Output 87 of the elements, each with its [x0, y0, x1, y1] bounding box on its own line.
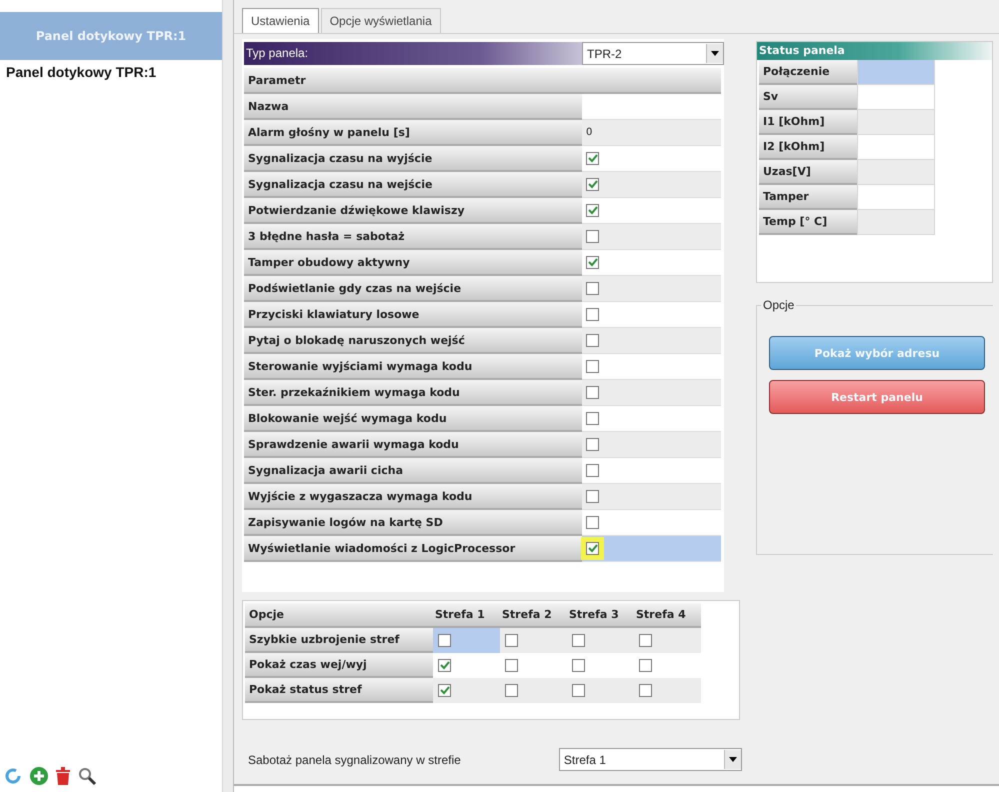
- status-label: Temp [° C]: [759, 210, 857, 235]
- checkbox[interactable]: [586, 412, 599, 425]
- setting-label: Sterowanie wyjściami wymaga kodu: [244, 354, 582, 380]
- search-icon[interactable]: [77, 766, 97, 786]
- column-header: Opcje: [245, 603, 433, 628]
- checkbox[interactable]: [639, 659, 652, 672]
- tab[interactable]: Ustawienia: [242, 8, 319, 33]
- checkbox[interactable]: [505, 659, 518, 672]
- checkbox[interactable]: [586, 386, 599, 399]
- checkbox[interactable]: [438, 634, 451, 647]
- setting-label: Podświetlanie gdy czas na wejście: [244, 276, 582, 302]
- value-cell[interactable]: [582, 536, 721, 562]
- tab[interactable]: Opcje wyświetlania: [320, 8, 441, 33]
- value-cell[interactable]: [582, 432, 721, 458]
- splitter-handle[interactable]: [222, 0, 234, 792]
- caret-icon: [711, 51, 719, 56]
- value-cell[interactable]: [582, 328, 721, 354]
- value-cell[interactable]: 0: [582, 120, 721, 146]
- column-header: Strefa 2: [500, 603, 567, 628]
- setting-label: Blokowanie wejść wymaga kodu: [244, 406, 582, 432]
- setting-label: Przyciski klawiatury losowe: [244, 302, 582, 328]
- setting-label: Potwierdzanie dźwiękowe klawiszy: [244, 198, 582, 224]
- setting-label: Sygnalizacja czasu na wejście: [244, 172, 582, 198]
- checkbox[interactable]: [586, 178, 599, 191]
- checkbox[interactable]: [586, 516, 599, 529]
- value-cell[interactable]: [582, 380, 721, 406]
- value-cell[interactable]: [582, 276, 721, 302]
- checkbox[interactable]: [572, 684, 585, 697]
- checkbox[interactable]: [639, 684, 652, 697]
- checkbox[interactable]: [586, 490, 599, 503]
- caret-icon: [729, 757, 737, 762]
- panel-type-dropdown[interactable]: TPR-2: [582, 42, 724, 65]
- setting-label: Tamper obudowy aktywny: [244, 250, 582, 276]
- refresh-icon[interactable]: [3, 766, 23, 786]
- column-header: Strefa 3: [567, 603, 634, 628]
- checkbox[interactable]: [586, 282, 599, 295]
- checkbox[interactable]: [586, 308, 599, 321]
- setting-label: Ster. przekaźnikiem wymaga kodu: [244, 380, 582, 406]
- status-label: Uzas[V]: [759, 160, 857, 185]
- status-label: Połączenie: [759, 60, 857, 85]
- sidebar-item[interactable]: Panel dotykowy TPR:1: [0, 60, 222, 84]
- add-icon[interactable]: [29, 766, 49, 786]
- trash-icon[interactable]: [55, 766, 71, 786]
- setting-label: Sygnalizacja awarii cicha: [244, 458, 582, 484]
- group-title: Opcje: [761, 298, 796, 312]
- checkbox[interactable]: [438, 659, 451, 672]
- checkbox[interactable]: [586, 334, 599, 347]
- status-label: I1 [kOhm]: [759, 110, 857, 135]
- status-label: Sv: [759, 85, 857, 110]
- checkbox[interactable]: [586, 360, 599, 373]
- status-label: Tamper: [759, 185, 857, 210]
- option-label: Pokaż status stref: [245, 678, 433, 703]
- checkbox[interactable]: [586, 464, 599, 477]
- checkbox[interactable]: [572, 659, 585, 672]
- panel-type-label: Typ panela:: [244, 42, 582, 65]
- setting-label: Sprawdzenie awarii wymaga kodu: [244, 432, 582, 458]
- value-cell[interactable]: [582, 484, 721, 510]
- checkbox[interactable]: [586, 230, 599, 243]
- status-title: Status panela: [757, 42, 992, 60]
- checkbox[interactable]: [505, 684, 518, 697]
- status-label: I2 [kOhm]: [759, 135, 857, 160]
- checkbox[interactable]: [586, 204, 599, 217]
- value-cell[interactable]: [582, 172, 721, 198]
- setting-label: Alarm głośny w panelu [s]: [244, 120, 582, 146]
- setting-label: Wyświetlanie wiadomości z LogicProcessor: [244, 536, 582, 562]
- checkbox[interactable]: [586, 152, 599, 165]
- sidebar-header: Panel dotykowy TPR:1: [0, 12, 222, 60]
- option-label: Szybkie uzbrojenie stref: [245, 628, 433, 653]
- checkbox[interactable]: [505, 634, 518, 647]
- checkbox[interactable]: [572, 634, 585, 647]
- setting-label: Nazwa: [244, 94, 582, 120]
- column-header: Strefa 1: [433, 603, 500, 628]
- setting-label: 3 błędne hasła = sabotaż: [244, 224, 582, 250]
- tamper-zone-label: Sabotaż panela sygnalizowany w strefie: [248, 752, 462, 766]
- setting-label: Wyjście z wygaszacza wymaga kodu: [244, 484, 582, 510]
- option-label: Pokaż czas wej/wyj: [245, 653, 433, 678]
- value-cell[interactable]: [582, 224, 721, 250]
- checkbox[interactable]: [438, 684, 451, 697]
- checkbox[interactable]: [586, 438, 599, 451]
- column-header: Parametr: [244, 68, 582, 94]
- setting-label: Sygnalizacja czasu na wyjście: [244, 146, 582, 172]
- tamper-zone-dropdown[interactable]: Strefa 1: [558, 748, 742, 771]
- setting-label: Zapisywanie logów na kartę SD: [244, 510, 582, 536]
- setting-label: Pytaj o blokadę naruszonych wejść: [244, 328, 582, 354]
- checkbox[interactable]: [639, 634, 652, 647]
- column-header: Strefa 4: [634, 603, 701, 628]
- checkbox[interactable]: [586, 256, 599, 269]
